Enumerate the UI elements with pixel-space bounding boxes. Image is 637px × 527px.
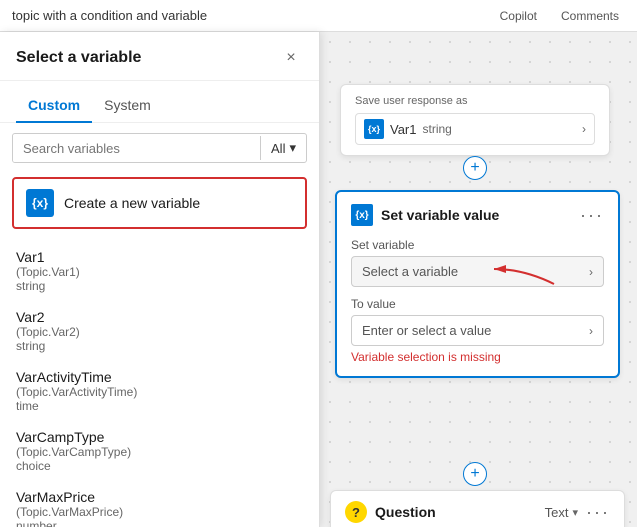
panel-title: Select a variable [16,49,141,67]
list-item[interactable]: VarActivityTime (Topic.VarActivityTime) … [0,361,319,421]
set-var-chevron-icon: › [589,265,593,279]
setvar-menu-button[interactable]: ··· [580,205,604,226]
plus-connector-2[interactable]: + [463,462,487,486]
tab-bar: Custom System [0,81,319,123]
list-item[interactable]: VarCampType (Topic.VarCampType) choice [0,421,319,481]
question-type-dropdown[interactable]: Text ▾ [545,505,578,520]
type-chevron-icon: ▾ [572,506,578,519]
close-button[interactable]: × [279,46,303,70]
top-bar: topic with a condition and variable Copi… [0,0,637,32]
var-name: Var1 [390,122,417,137]
question-title: Question [375,504,537,520]
filter-dropdown[interactable]: All ▾ [261,134,306,162]
page-title: topic with a condition and variable [12,8,207,23]
tab-system[interactable]: System [92,89,163,123]
error-message: Variable selection is missing [351,350,604,364]
chevron-icon: › [582,122,586,136]
question-card: ? Question Text ▾ ··· [330,490,625,527]
search-input[interactable] [13,135,260,162]
set-var-input[interactable]: Select a variable › [351,256,604,287]
filter-chevron-icon: ▾ [289,140,296,156]
question-type-label: Text [545,505,569,520]
question-menu-button[interactable]: ··· [586,502,610,523]
question-icon: ? [345,501,367,523]
create-var-icon: {x} [26,189,54,217]
var-type: string [423,122,452,136]
panel-header: Select a variable × [0,32,319,81]
search-bar[interactable]: All ▾ [12,133,307,163]
variable-list: Var1 (Topic.Var1) string Var2 (Topic.Var… [0,237,319,527]
tab-custom[interactable]: Custom [16,89,92,123]
create-new-variable-button[interactable]: {x} Create a new variable [12,177,307,229]
set-variable-card: {x} Set variable value ··· Set variable … [335,190,620,378]
create-new-label: Create a new variable [64,195,200,211]
to-value-label: To value [351,297,604,311]
to-value-chevron-icon: › [589,324,593,338]
var-icon: {x} [364,119,384,139]
setvar-header: {x} Set variable value ··· [351,204,604,226]
save-response-card: Save user response as {x} Var1 string › [340,84,610,156]
variable-panel: Select a variable × Custom System All ▾ … [0,32,320,527]
arrow-annotation [484,259,564,289]
comments-button[interactable]: Comments [555,7,625,25]
top-bar-actions: Copilot Comments [494,7,625,25]
to-value-input[interactable]: Enter or select a value › [351,315,604,346]
save-label: Save user response as [355,95,595,107]
set-var-label: Set variable [351,238,604,252]
setvar-title: Set variable value [381,207,572,223]
list-item[interactable]: VarMaxPrice (Topic.VarMaxPrice) number [0,481,319,527]
list-item[interactable]: Var1 (Topic.Var1) string [0,241,319,301]
list-item[interactable]: Var2 (Topic.Var2) string [0,301,319,361]
canvas-area: Save user response as {x} Var1 string › … [320,32,637,527]
copilot-button[interactable]: Copilot [494,7,543,25]
to-value-placeholder: Enter or select a value [362,323,589,338]
save-var-row[interactable]: {x} Var1 string › [355,113,595,145]
plus-connector-1[interactable]: + [463,156,487,180]
setvar-icon: {x} [351,204,373,226]
